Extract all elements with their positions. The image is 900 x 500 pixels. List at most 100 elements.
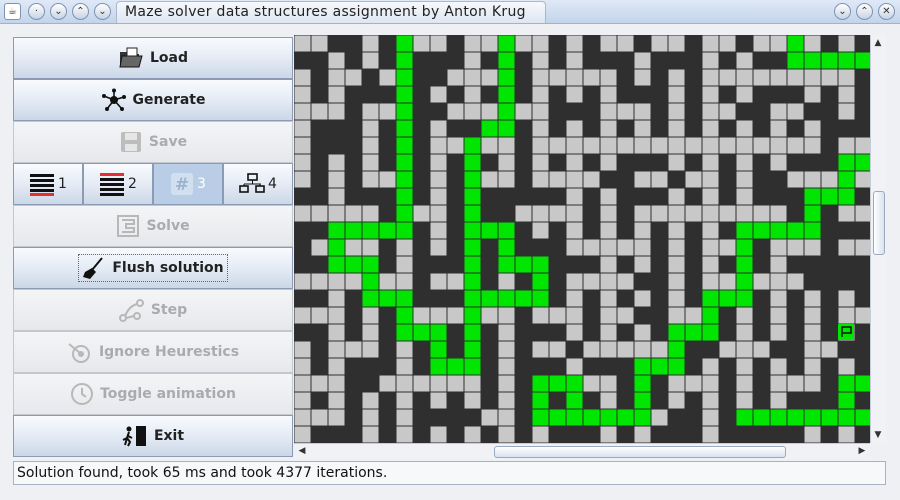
maze-floor-cell bbox=[396, 341, 413, 358]
maze-floor-cell bbox=[668, 188, 685, 205]
lower-icon[interactable]: ⌄ bbox=[94, 3, 111, 20]
maze-floor-cell bbox=[719, 69, 736, 86]
structure-1-button[interactable]: 1 bbox=[13, 163, 83, 205]
maze-floor-cell bbox=[464, 103, 481, 120]
maze-floor-cell bbox=[498, 324, 515, 341]
solve-button[interactable]: Solve bbox=[13, 205, 293, 247]
maze-floor-cell bbox=[634, 103, 651, 120]
solve-label: Solve bbox=[146, 218, 190, 234]
scroll-right-arrow[interactable]: ▶ bbox=[855, 444, 869, 458]
structure-4-button[interactable]: 4 bbox=[223, 163, 293, 205]
maze-floor-cell bbox=[362, 392, 379, 409]
maze-floor-cell bbox=[328, 103, 345, 120]
maze-floor-cell bbox=[770, 137, 787, 154]
maze-floor-cell bbox=[770, 290, 787, 307]
scroll-up-arrow[interactable]: ▲ bbox=[871, 36, 885, 50]
maze-floor-cell bbox=[753, 137, 770, 154]
maze-path-cell bbox=[396, 35, 413, 52]
stack-red-top-icon bbox=[100, 173, 125, 196]
maze-path-cell bbox=[464, 324, 481, 341]
maze-floor-cell bbox=[396, 273, 413, 290]
maze-floor-cell bbox=[294, 120, 311, 137]
maze-floor-cell bbox=[719, 205, 736, 222]
maze-floor-cell bbox=[430, 273, 447, 290]
maximize-button[interactable]: ⌃ bbox=[856, 3, 873, 20]
load-button[interactable]: Load bbox=[13, 37, 293, 79]
shade-icon[interactable]: ⌄ bbox=[50, 3, 67, 20]
maze-floor-cell bbox=[396, 256, 413, 273]
flush-solution-button[interactable]: Flush solution bbox=[13, 247, 293, 289]
maze-path-cell bbox=[396, 137, 413, 154]
maze-floor-cell bbox=[430, 307, 447, 324]
maze-floor-cell bbox=[651, 137, 668, 154]
maze-path-cell bbox=[515, 256, 532, 273]
maze-floor-cell bbox=[362, 324, 379, 341]
structure-2-button[interactable]: 2 bbox=[83, 163, 153, 205]
maze-floor-cell bbox=[600, 103, 617, 120]
maze-path-cell bbox=[396, 154, 413, 171]
vertical-scroll-thumb[interactable] bbox=[873, 191, 885, 255]
maze-path-cell bbox=[702, 290, 719, 307]
maze-floor-cell bbox=[634, 222, 651, 239]
maze-path-cell bbox=[702, 324, 719, 341]
maze-floor-cell bbox=[498, 409, 515, 426]
maze-path-cell bbox=[617, 409, 634, 426]
maze-path-cell bbox=[787, 222, 804, 239]
maze-path-cell bbox=[464, 205, 481, 222]
maze-view[interactable] bbox=[294, 35, 870, 443]
maze-floor-cell bbox=[498, 273, 515, 290]
structure-3-button[interactable]: # 3 bbox=[153, 163, 223, 205]
maze-floor-cell bbox=[464, 375, 481, 392]
maze-floor-cell bbox=[413, 307, 430, 324]
raise-icon[interactable]: ⌃ bbox=[72, 3, 89, 20]
maze-floor-cell bbox=[668, 273, 685, 290]
maze-floor-cell bbox=[464, 86, 481, 103]
maze-floor-cell bbox=[583, 171, 600, 188]
maze-floor-cell bbox=[328, 324, 345, 341]
toggle-label: Toggle animation bbox=[100, 386, 236, 402]
maze-path-cell bbox=[362, 256, 379, 273]
minimize-button[interactable]: ⌄ bbox=[834, 3, 851, 20]
maze-floor-cell bbox=[617, 273, 634, 290]
maze-floor-cell bbox=[838, 205, 855, 222]
horizontal-scrollbar[interactable]: ◀ ▶ bbox=[294, 443, 870, 459]
maze-path-cell bbox=[770, 222, 787, 239]
maze-path-cell bbox=[719, 290, 736, 307]
maze-path-cell bbox=[532, 409, 549, 426]
maze-floor-cell bbox=[379, 103, 396, 120]
maze-floor-cell bbox=[600, 137, 617, 154]
maze-floor-cell bbox=[328, 154, 345, 171]
structure-3-label: 3 bbox=[197, 176, 206, 192]
broom-icon bbox=[83, 257, 104, 279]
save-button[interactable]: Save bbox=[13, 121, 293, 163]
horizontal-scroll-thumb[interactable] bbox=[494, 446, 786, 458]
toggle-animation-button[interactable]: Toggle animation bbox=[13, 373, 293, 415]
maze-floor-cell bbox=[566, 137, 583, 154]
maze-floor-cell bbox=[328, 171, 345, 188]
vertical-scrollbar[interactable]: ▲ ▼ bbox=[870, 35, 886, 443]
exit-button[interactable]: Exit bbox=[13, 415, 293, 457]
maze-floor-cell bbox=[430, 154, 447, 171]
scroll-left-arrow[interactable]: ◀ bbox=[295, 444, 309, 458]
maze-floor-cell bbox=[702, 222, 719, 239]
generate-button[interactable]: Generate bbox=[13, 79, 293, 121]
maze-floor-cell bbox=[362, 409, 379, 426]
maze-floor-cell bbox=[753, 273, 770, 290]
scroll-down-arrow[interactable]: ▼ bbox=[871, 428, 885, 442]
maze-path-cell bbox=[634, 358, 651, 375]
maze-floor-cell bbox=[481, 35, 498, 52]
maze-floor-cell bbox=[838, 103, 855, 120]
maze-path-cell bbox=[498, 120, 515, 137]
maze-floor-cell bbox=[566, 188, 583, 205]
maze-floor-cell bbox=[651, 171, 668, 188]
maze-floor-cell bbox=[855, 205, 870, 222]
ignore-heuristics-button[interactable]: Ignore Heurestics bbox=[13, 331, 293, 373]
maze-canvas[interactable] bbox=[294, 35, 870, 443]
step-button[interactable]: Step bbox=[13, 289, 293, 331]
maze-path-cell bbox=[838, 188, 855, 205]
maze-floor-cell bbox=[311, 375, 328, 392]
maze-floor-cell bbox=[294, 409, 311, 426]
maze-path-cell bbox=[396, 222, 413, 239]
window-menu-button[interactable]: · bbox=[28, 3, 45, 20]
close-button[interactable]: ✕ bbox=[878, 3, 895, 20]
